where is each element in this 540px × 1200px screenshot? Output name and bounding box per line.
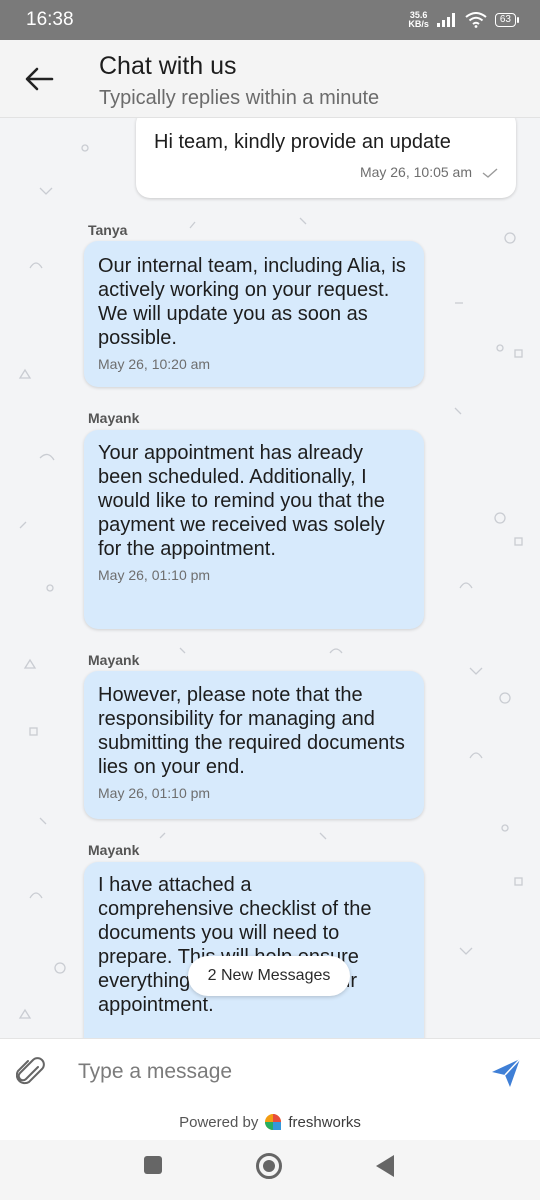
system-navigation-bar bbox=[0, 1140, 540, 1200]
message-bubble-incoming[interactable]: Our internal team, including Alia, is ac… bbox=[84, 241, 424, 387]
sent-check-icon bbox=[482, 168, 498, 179]
message-bubble-incoming[interactable]: Your appointment has already been schedu… bbox=[84, 430, 424, 629]
back-triangle-icon[interactable] bbox=[376, 1155, 394, 1177]
back-arrow-icon[interactable] bbox=[24, 66, 54, 92]
status-icons: 35.6 KB/s 63 bbox=[408, 10, 520, 29]
battery-indicator: 63 bbox=[494, 13, 520, 27]
message-composer: Type a message bbox=[0, 1038, 540, 1104]
message-bubble-incoming[interactable]: However, please note that the responsibi… bbox=[84, 671, 424, 819]
message-timestamp: May 26, 10:05 am bbox=[154, 164, 498, 180]
message-text: Your appointment has already been schedu… bbox=[98, 442, 385, 560]
message-bubble-outgoing[interactable]: Hi team, kindly provide an update May 26… bbox=[136, 118, 516, 198]
network-speed: 35.6 KB/s bbox=[408, 10, 429, 29]
recent-apps-icon[interactable] bbox=[144, 1156, 162, 1174]
home-icon[interactable] bbox=[256, 1153, 282, 1179]
page-subtitle: Typically replies within a minute bbox=[99, 87, 380, 109]
chat-header: Chat with us Typically replies within a … bbox=[0, 40, 540, 118]
new-messages-button[interactable]: 2 New Messages bbox=[188, 956, 350, 996]
message-text: Our internal team, including Alia, is ac… bbox=[98, 255, 406, 349]
chat-messages-area[interactable]: Hi team, kindly provide an update May 26… bbox=[0, 118, 540, 1038]
page-title: Chat with us bbox=[99, 52, 237, 80]
message-bubble-incoming[interactable]: I have attached a comprehensive checklis… bbox=[84, 862, 424, 1038]
status-time: 16:38 bbox=[26, 9, 74, 30]
sender-name: Mayank bbox=[88, 652, 140, 668]
brand-name: freshworks bbox=[288, 1113, 361, 1131]
message-timestamp: May 26, 01:10 pm bbox=[98, 785, 211, 801]
sender-name: Mayank bbox=[88, 842, 140, 858]
message-text: However, please note that the responsibi… bbox=[98, 684, 405, 778]
sender-name: Tanya bbox=[88, 222, 128, 238]
sender-name: Mayank bbox=[88, 410, 140, 426]
powered-by-label: Powered by bbox=[179, 1113, 259, 1131]
freshworks-logo-icon bbox=[265, 1114, 282, 1130]
send-icon[interactable] bbox=[490, 1057, 522, 1089]
message-timestamp: May 26, 10:20 am bbox=[98, 356, 211, 372]
message-input[interactable]: Type a message bbox=[78, 1060, 232, 1084]
powered-by-footer: Powered by freshworks bbox=[0, 1104, 540, 1140]
message-timestamp: May 26, 01:10 pm bbox=[98, 567, 211, 583]
attachment-paperclip-icon[interactable] bbox=[16, 1057, 46, 1089]
signal-icon bbox=[436, 13, 455, 27]
status-bar: 16:38 35.6 KB/s 63 bbox=[0, 0, 540, 40]
message-text: Hi team, kindly provide an update bbox=[154, 131, 451, 153]
wifi-icon bbox=[465, 12, 487, 28]
